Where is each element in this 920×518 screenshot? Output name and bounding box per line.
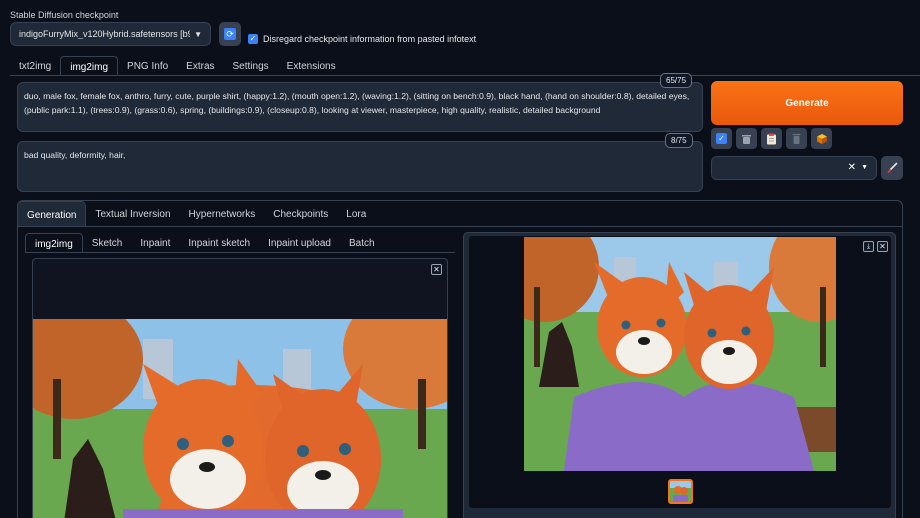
tab-lora[interactable]: Lora [337, 201, 375, 226]
mode-tabs-divider [25, 252, 455, 253]
close-icon[interactable]: ✕ [431, 264, 442, 275]
checkpoint-value: indigoFurryMix_v120Hybrid.safetensors [b… [19, 29, 190, 39]
clipboard-icon [767, 133, 776, 144]
positive-prompt-input[interactable]: duo, male fox, female fox, anthro, furry… [17, 82, 703, 132]
tab-textual-inversion[interactable]: Textual Inversion [86, 201, 179, 226]
tab-extras[interactable]: Extras [177, 56, 223, 76]
close-icon[interactable]: ✕ [877, 241, 888, 252]
checkbox-icon: ✓ [716, 133, 727, 144]
img2img-mode-tabs: img2img Sketch Inpaint Inpaint sketch In… [25, 233, 384, 253]
tab-inpaint-sketch[interactable]: Inpaint sketch [179, 233, 259, 253]
clear-prompt-button[interactable] [736, 128, 757, 149]
thumbnail-image [670, 481, 691, 502]
save-style-button[interactable] [811, 128, 832, 149]
refresh-icon: ⟳ [224, 28, 236, 40]
tab-extensions[interactable]: Extensions [278, 56, 345, 76]
package-icon [816, 133, 827, 144]
disregard-checkpoint-checkbox[interactable]: ✓ Disregard checkpoint information from … [248, 34, 476, 44]
input-image [33, 319, 447, 518]
styles-dropdown[interactable]: ✕ ▼ [711, 156, 877, 180]
trash-styles-button[interactable] [786, 128, 807, 149]
negative-prompt-input[interactable]: bad quality, deformity, hair, [17, 141, 703, 192]
main-tabs: txt2img img2img PNG Info Extras Settings… [10, 56, 345, 76]
tab-checkpoints[interactable]: Checkpoints [264, 201, 337, 226]
paintbrush-icon [887, 162, 898, 173]
download-icon[interactable]: ⤓ [863, 241, 874, 252]
output-thumbnail[interactable] [668, 479, 693, 504]
tab-batch[interactable]: Batch [340, 233, 384, 253]
interrupt-toggle-button[interactable]: ✓ [711, 128, 732, 149]
positive-token-counter: 65/75 [660, 73, 693, 88]
tab-txt2img[interactable]: txt2img [10, 56, 60, 76]
refresh-checkpoint-button[interactable]: ⟳ [219, 22, 241, 46]
tab-img2img-mode[interactable]: img2img [25, 233, 83, 253]
tab-inpaint-upload[interactable]: Inpaint upload [259, 233, 340, 253]
clear-icon[interactable]: ✕ [848, 162, 856, 173]
bin-icon [792, 133, 801, 144]
checkpoint-label: Stable Diffusion checkpoint [10, 10, 119, 20]
output-image[interactable] [524, 237, 836, 471]
tab-hypernetworks[interactable]: Hypernetworks [180, 201, 265, 226]
generate-button[interactable]: Generate [711, 81, 903, 125]
chevron-down-icon: ▼ [861, 164, 868, 171]
tab-generation[interactable]: Generation [17, 201, 87, 226]
tab-sketch[interactable]: Sketch [83, 233, 132, 253]
checkbox-checked-icon: ✓ [248, 34, 258, 44]
input-image-panel[interactable]: ✕ [32, 258, 448, 518]
negative-token-counter: 8/75 [665, 133, 693, 148]
disregard-checkpoint-label: Disregard checkpoint information from pa… [263, 34, 477, 44]
generation-tabs-divider [17, 226, 903, 227]
checkpoint-dropdown[interactable]: indigoFurryMix_v120Hybrid.safetensors [b… [10, 22, 211, 46]
edit-styles-button[interactable] [881, 156, 903, 180]
trash-icon [742, 134, 751, 144]
tab-settings[interactable]: Settings [224, 56, 278, 76]
tab-inpaint[interactable]: Inpaint [131, 233, 179, 253]
tab-img2img[interactable]: img2img [60, 56, 119, 76]
tabs-divider [10, 75, 920, 76]
tab-png-info[interactable]: PNG Info [118, 56, 177, 76]
chevron-down-icon: ▼ [194, 29, 202, 39]
generation-tabs: Generation Textual Inversion Hypernetwor… [17, 201, 375, 226]
prompt-tools: ✓ [711, 128, 832, 149]
paste-button[interactable] [761, 128, 782, 149]
